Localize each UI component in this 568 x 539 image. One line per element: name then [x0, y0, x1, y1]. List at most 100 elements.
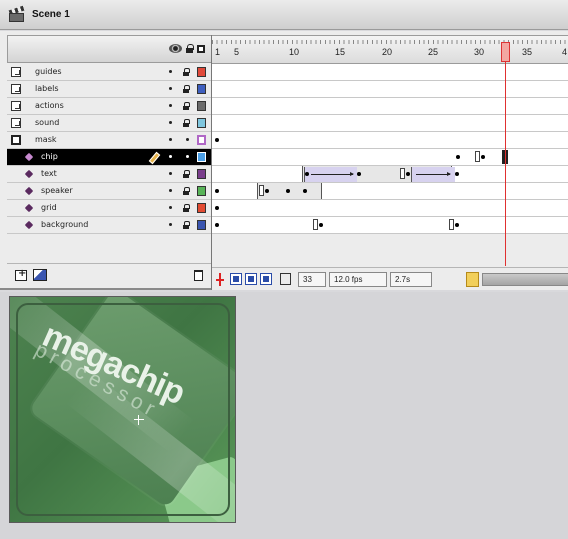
layer-row-speaker[interactable]: speaker — [7, 183, 211, 200]
ruler-number: 30 — [474, 47, 485, 57]
playhead[interactable] — [501, 42, 510, 62]
span-end[interactable] — [259, 185, 264, 196]
span-end[interactable] — [449, 219, 454, 230]
ruler-number: 15 — [335, 47, 346, 57]
layer-name: grid — [41, 203, 57, 212]
keyframe[interactable] — [305, 172, 309, 176]
visibility-dot[interactable] — [169, 70, 172, 73]
visibility-dot[interactable] — [169, 121, 172, 124]
layer-row-guides[interactable]: guides — [7, 64, 211, 81]
eye-icon[interactable] — [169, 44, 182, 53]
layer-row-text[interactable]: text — [7, 166, 211, 183]
visibility-dot[interactable] — [169, 155, 172, 158]
keyframe[interactable] — [357, 172, 361, 176]
onion-skin-icon[interactable] — [230, 273, 242, 285]
layer-row-background[interactable]: background — [7, 217, 211, 234]
playhead-line — [505, 61, 506, 266]
visibility-dot[interactable] — [169, 87, 172, 90]
scene-bar: Scene 1 — [0, 0, 568, 30]
outline-color-swatch[interactable] — [197, 84, 206, 94]
outline-color-swatch[interactable] — [197, 203, 206, 213]
keyframe[interactable] — [319, 223, 323, 227]
frame-row[interactable] — [212, 115, 568, 132]
ruler-number: 1 — [215, 47, 221, 57]
lock-dot[interactable] — [186, 155, 189, 158]
frame-row[interactable] — [212, 217, 568, 234]
keyframe[interactable] — [215, 189, 219, 193]
outline-color-swatch[interactable] — [197, 186, 206, 196]
keyframe[interactable] — [265, 189, 269, 193]
outline-icon[interactable] — [197, 44, 205, 53]
frame-row[interactable] — [212, 183, 568, 200]
layer-row-grid[interactable]: grid — [7, 200, 211, 217]
keyframe[interactable] — [215, 138, 219, 142]
keyframe[interactable] — [455, 223, 459, 227]
outline-color-swatch[interactable] — [197, 135, 206, 145]
layer-row-mask[interactable]: mask — [7, 132, 211, 149]
horizontal-scrollbar[interactable] — [482, 273, 568, 286]
scene-icon[interactable] — [8, 5, 26, 23]
outline-color-swatch[interactable] — [197, 152, 206, 162]
frame-row[interactable] — [212, 200, 568, 217]
frame-row[interactable] — [212, 166, 568, 183]
layer-name: text — [41, 169, 57, 178]
outline-color-swatch[interactable] — [197, 118, 206, 128]
keyframe[interactable] — [286, 189, 290, 193]
lock-icon[interactable] — [186, 44, 194, 53]
keyframe[interactable] — [481, 155, 485, 159]
layers-header — [7, 35, 211, 63]
layer-name: background — [41, 220, 89, 229]
outline-color-swatch[interactable] — [197, 220, 206, 230]
add-guide-layer-icon[interactable] — [33, 269, 47, 281]
masked-layer-icon — [25, 169, 33, 179]
lock-dot[interactable] — [186, 138, 189, 141]
modify-markers-icon[interactable] — [280, 273, 291, 285]
visibility-dot[interactable] — [169, 104, 172, 107]
keyframe[interactable] — [455, 172, 459, 176]
lock-icon[interactable] — [183, 68, 190, 76]
keyframe[interactable] — [303, 189, 307, 193]
lock-icon[interactable] — [183, 102, 190, 110]
trash-icon[interactable] — [194, 270, 203, 281]
lock-icon[interactable] — [183, 170, 190, 178]
center-frame-icon[interactable] — [216, 273, 224, 286]
frame-row[interactable] — [212, 149, 568, 166]
outline-color-swatch[interactable] — [197, 101, 206, 111]
edit-multiple-icon[interactable] — [260, 273, 272, 285]
frame-row[interactable] — [212, 132, 568, 149]
frame-row[interactable] — [212, 64, 568, 81]
frame-row[interactable] — [212, 98, 568, 115]
scene-label[interactable]: Scene 1 — [32, 9, 70, 20]
keyframe[interactable] — [406, 172, 410, 176]
visibility-dot[interactable] — [169, 189, 172, 192]
add-layer-icon[interactable] — [15, 268, 27, 281]
masked-layer-icon — [25, 152, 33, 162]
frame-ruler[interactable]: 1 5 10 15 20 25 30 35 4 — [212, 35, 568, 64]
visibility-dot[interactable] — [169, 138, 172, 141]
span-end[interactable] — [400, 168, 405, 179]
keyframe[interactable] — [215, 223, 219, 227]
frame-row[interactable] — [212, 81, 568, 98]
outline-color-swatch[interactable] — [197, 67, 206, 77]
lock-icon[interactable] — [183, 221, 190, 229]
layer-row-actions[interactable]: actions — [7, 98, 211, 115]
span-end[interactable] — [475, 151, 480, 162]
lock-icon[interactable] — [183, 85, 190, 93]
onion-outline-icon[interactable] — [245, 273, 257, 285]
layer-row-chip[interactable]: chip — [7, 149, 211, 166]
keyframe[interactable] — [215, 206, 219, 210]
visibility-dot[interactable] — [169, 172, 172, 175]
visibility-dot[interactable] — [169, 223, 172, 226]
outline-color-swatch[interactable] — [197, 169, 206, 179]
layer-row-labels[interactable]: labels — [7, 81, 211, 98]
stage[interactable]: megachip processor — [9, 296, 236, 523]
keyframe[interactable] — [456, 155, 460, 159]
span-end[interactable] — [313, 219, 318, 230]
lock-icon[interactable] — [183, 119, 190, 127]
lock-icon[interactable] — [183, 204, 190, 212]
layer-row-sound[interactable]: sound — [7, 115, 211, 132]
crosshair-cursor-icon — [134, 415, 144, 425]
visibility-dot[interactable] — [169, 206, 172, 209]
lock-icon[interactable] — [183, 187, 190, 195]
scroll-left-icon[interactable] — [466, 272, 479, 287]
